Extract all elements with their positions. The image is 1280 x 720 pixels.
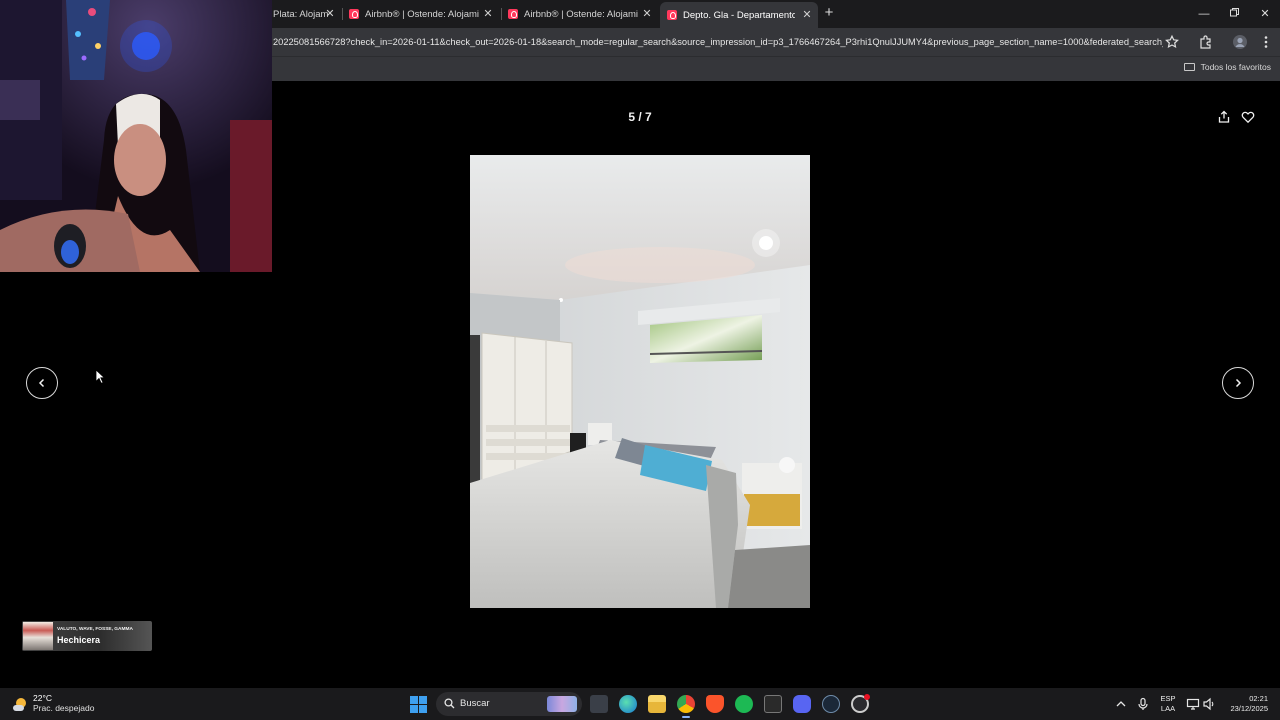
chevron-right-icon (1235, 378, 1242, 388)
taskbar: 22°C Prac. despejado Buscar ESP LAA 02:2… (0, 688, 1280, 720)
extensions-icon[interactable] (1198, 34, 1214, 50)
language-indicator[interactable]: ESP LAA (1158, 694, 1178, 714)
close-icon[interactable]: ✕ (323, 7, 337, 21)
address-bar[interactable]: 20225081566728?check_in=2026-01-11&check… (273, 34, 1163, 50)
clock-time: 02:21 (1249, 694, 1268, 703)
previous-photo-button[interactable] (26, 367, 58, 399)
file-explorer-icon[interactable] (648, 695, 666, 713)
tab-2[interactable]: Airbnb® | Ostende: Alojamient ✕ (349, 4, 499, 24)
chevron-left-icon (38, 378, 45, 388)
task-view-icon[interactable] (590, 695, 608, 713)
all-bookmarks-button[interactable]: Todos los favoritos (1183, 62, 1271, 72)
now-playing-title: Hechicera (57, 635, 101, 645)
discord-icon[interactable] (793, 695, 811, 713)
webcam-overlay (0, 0, 272, 272)
taskbar-search[interactable]: Buscar (436, 692, 582, 716)
search-icon (444, 698, 455, 709)
tab-1[interactable]: Plata: Alojam ✕ (273, 4, 341, 24)
edge-icon[interactable] (619, 695, 637, 713)
weather-icon (13, 697, 26, 711)
language-secondary: LAA (1160, 704, 1176, 713)
brave-icon[interactable] (706, 695, 724, 713)
microphone-icon[interactable] (1136, 697, 1150, 711)
heart-icon[interactable] (1241, 110, 1255, 124)
search-placeholder: Buscar (460, 698, 490, 709)
spotify-icon[interactable] (735, 695, 753, 713)
now-playing-widget: VALUTO, WAVE, FOSSE, GAMMA Hechicera (22, 621, 152, 651)
airbnb-favicon (667, 10, 677, 20)
new-tab-button[interactable]: + (822, 5, 836, 20)
chevron-up-icon[interactable] (1114, 697, 1128, 711)
album-art (23, 622, 53, 650)
temperature: 22°C (33, 693, 52, 703)
now-playing-artist: VALUTO, WAVE, FOSSE, GAMMA (57, 627, 133, 632)
tab-title: Plata: Alojam (273, 8, 329, 20)
epic-games-icon[interactable] (764, 695, 782, 713)
profile-icon[interactable] (1232, 34, 1248, 50)
network-icon[interactable] (1186, 697, 1200, 711)
share-icon[interactable] (1217, 110, 1231, 124)
close-icon[interactable]: ✕ (481, 7, 495, 21)
star-icon[interactable] (1164, 34, 1180, 50)
tab-title: Airbnb® | Ostende: Alojamient (524, 8, 638, 20)
mouse-cursor-icon (95, 369, 105, 384)
tab-separator (342, 8, 343, 20)
listing-photo (470, 155, 810, 608)
close-window-icon[interactable]: ✕ (1257, 6, 1273, 22)
folder-icon (1183, 63, 1195, 71)
kebab-menu-icon[interactable] (1258, 34, 1274, 50)
volume-icon[interactable] (1202, 697, 1216, 711)
clock-date: 23/12/2025 (1230, 704, 1268, 713)
tab-separator (501, 8, 502, 20)
weather-widget[interactable]: 22°C Prac. despejado (12, 693, 94, 714)
tab-title: Airbnb® | Ostende: Alojamient (365, 8, 479, 20)
tab-3[interactable]: Airbnb® | Ostende: Alojamient ✕ (508, 4, 658, 24)
windows-start-icon[interactable] (410, 696, 427, 713)
steam-icon[interactable] (822, 695, 840, 713)
tab-title: Depto. Gla - Departamentos en (683, 9, 795, 21)
language-primary: ESP (1160, 694, 1176, 703)
airbnb-favicon (508, 9, 518, 19)
photo-counter: 5 / 7 (628, 110, 652, 124)
close-icon[interactable]: ✕ (640, 7, 654, 21)
system-clock[interactable]: 02:21 23/12/2025 (1222, 694, 1268, 714)
chrome-icon[interactable] (677, 695, 695, 718)
notification-dot (864, 694, 870, 700)
minimize-icon[interactable]: — (1196, 6, 1212, 22)
next-photo-button[interactable] (1222, 367, 1254, 399)
tab-4-active[interactable]: Depto. Gla - Departamentos en ✕ (660, 2, 818, 28)
maximize-icon[interactable] (1226, 6, 1242, 22)
airbnb-favicon (349, 9, 359, 19)
close-icon[interactable]: ✕ (800, 8, 814, 22)
search-highlight-image (547, 696, 577, 712)
weather-condition: Prac. despejado (33, 703, 95, 713)
all-bookmarks-label: Todos los favoritos (1200, 62, 1271, 72)
